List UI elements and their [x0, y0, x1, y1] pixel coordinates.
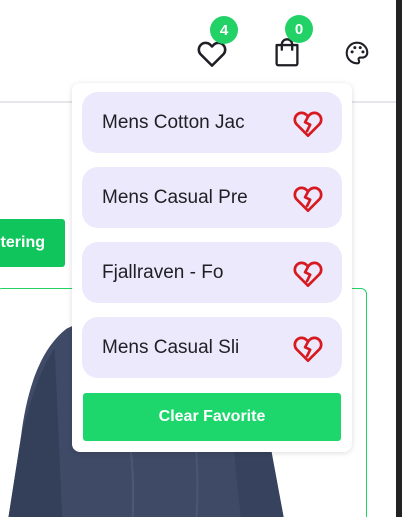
- favorite-item[interactable]: Fjallraven - Fo: [82, 242, 342, 303]
- wishlist-count-badge: 4: [210, 16, 238, 44]
- broken-heart-icon[interactable]: [292, 183, 324, 213]
- theme-button[interactable]: [344, 40, 370, 66]
- broken-heart-icon[interactable]: [292, 333, 324, 363]
- favorite-item[interactable]: Mens Casual Sli: [82, 317, 342, 378]
- broken-heart-icon[interactable]: [292, 108, 324, 138]
- favorite-item[interactable]: Mens Cotton Jac: [82, 92, 342, 153]
- clear-favorites-label: Clear Favorite: [158, 408, 266, 425]
- filter-button-label: tering: [0, 234, 45, 251]
- favorites-dropdown: Mens Cotton Jac Mens Casual Pre Fjallrav…: [72, 83, 352, 452]
- broken-heart-icon[interactable]: [292, 258, 324, 288]
- filter-button[interactable]: tering: [0, 219, 65, 267]
- window-edge: [396, 0, 402, 517]
- palette-icon: [345, 41, 369, 65]
- favorite-item[interactable]: Mens Casual Pre: [82, 167, 342, 228]
- cart-count-badge: 0: [285, 15, 313, 43]
- clear-favorites-button[interactable]: Clear Favorite: [83, 393, 341, 441]
